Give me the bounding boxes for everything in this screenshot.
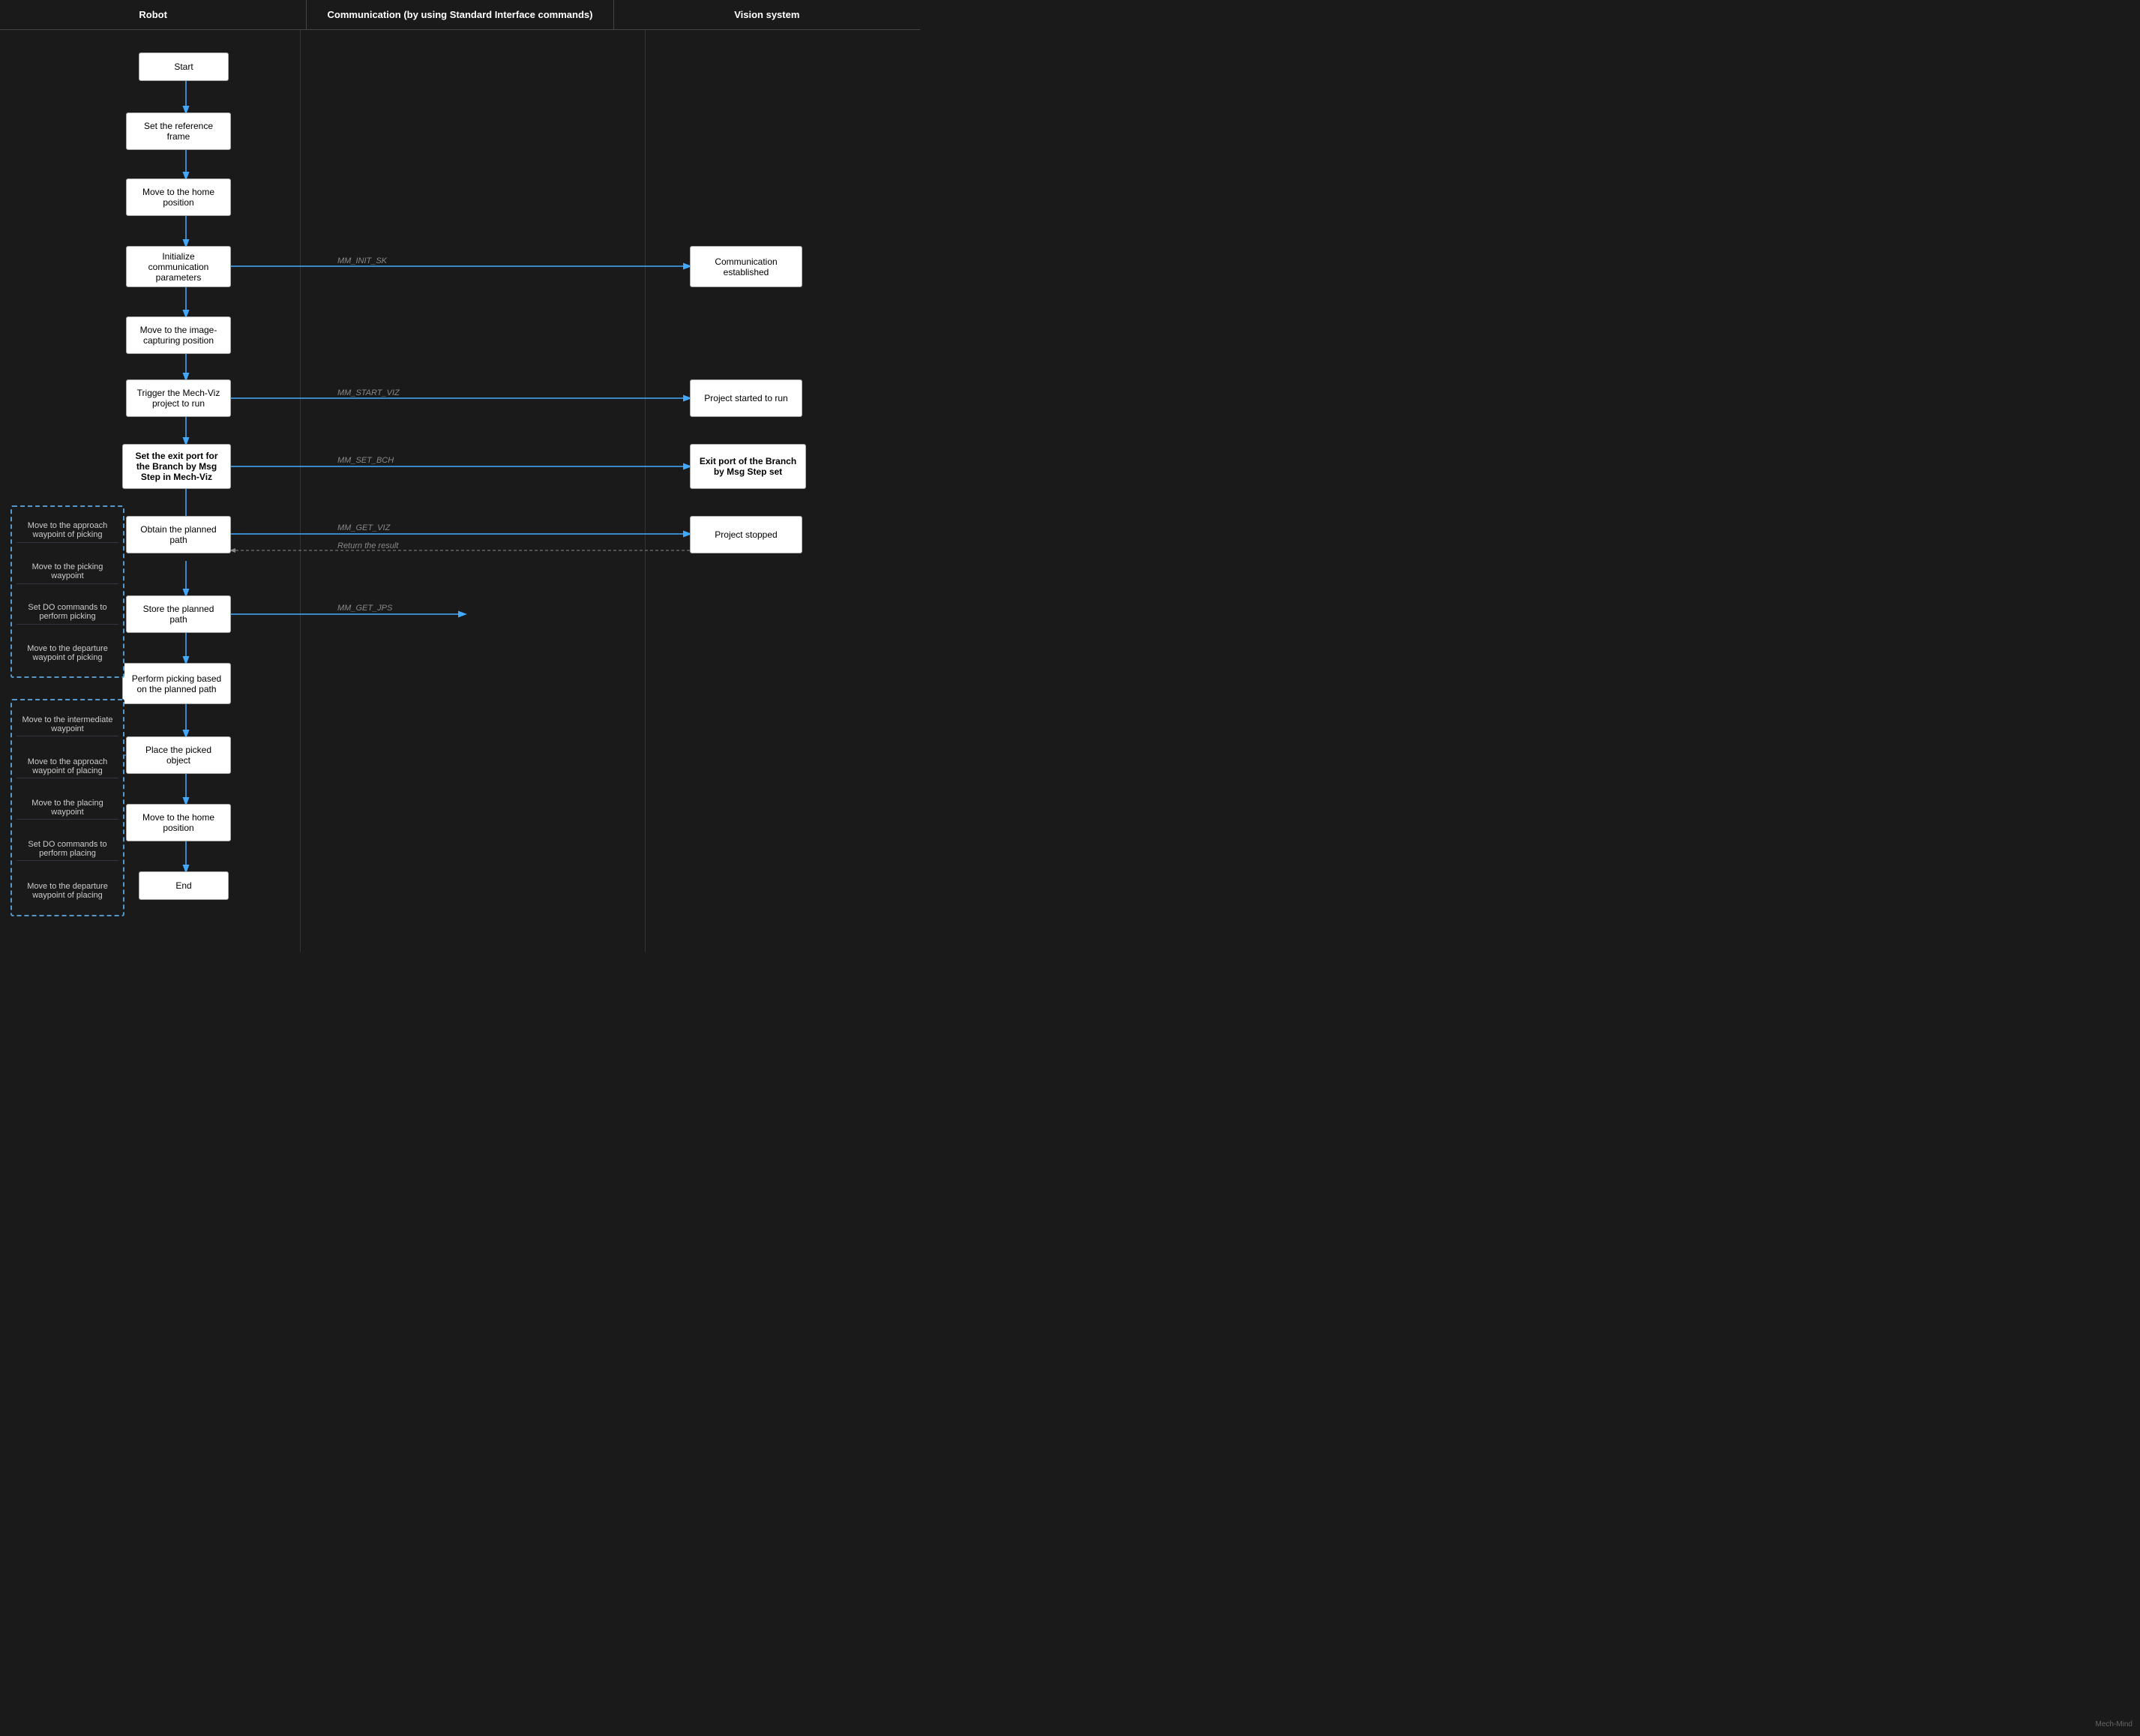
box-obtain-path: Obtain the planned path — [126, 516, 231, 553]
box-home2: Move to the home position — [126, 804, 231, 841]
label-mm-get-viz: MM_GET_VIZ — [337, 523, 390, 532]
label-mm-get-jps: MM_GET_JPS — [337, 604, 392, 613]
place-item-5: Move to the departure waypoint of placin… — [16, 882, 118, 900]
place-item-4: Set DO commands to perform placing — [16, 840, 118, 861]
label-mm-start: MM_START_VIZ — [337, 388, 400, 397]
box-init-comm: Initialize communication parameters — [126, 246, 231, 287]
box-start: Start — [139, 52, 229, 81]
label-mm-set-bch: MM_SET_BCH — [337, 456, 394, 465]
pick-item-1: Move to the approach waypoint of picking — [16, 521, 118, 543]
box-set-ref: Set the reference frame — [126, 112, 231, 150]
place-item-1: Move to the intermediate waypoint — [16, 715, 118, 736]
diagram-wrapper: Robot Communication (by using Standard I… — [0, 0, 920, 952]
box-image-pos: Move to the image-capturing position — [126, 316, 231, 354]
box-store-path: Store the planned path — [126, 595, 231, 633]
box-place-obj: Place the picked object — [126, 736, 231, 774]
box-exit-port-set: Exit port of the Branch by Msg Step set — [690, 444, 806, 489]
pick-item-3: Set DO commands to perform picking — [16, 603, 118, 625]
box-proj-start: Project started to run — [690, 379, 802, 417]
watermark: Mech-Mind — [2096, 1720, 2133, 1729]
box-set-exit: Set the exit port for the Branch by Msg … — [122, 444, 231, 489]
label-return-result: Return the result — [337, 541, 398, 550]
box-comm-est: Communication established — [690, 246, 802, 287]
box-home1: Move to the home position — [126, 178, 231, 216]
place-item-2: Move to the approach waypoint of placing — [16, 757, 118, 778]
place-item-3: Move to the placing waypoint — [16, 799, 118, 820]
pick-item-2: Move to the picking waypoint — [16, 562, 118, 584]
header-comm: Communication (by using Standard Interfa… — [307, 0, 613, 29]
pick-group: Move to the approach waypoint of picking… — [10, 505, 124, 678]
pick-item-4: Move to the departure waypoint of pickin… — [16, 644, 118, 662]
box-perform-pick: Perform picking based on the planned pat… — [122, 663, 231, 704]
header-vision: Vision system — [614, 0, 920, 29]
place-group: Move to the intermediate waypoint Move t… — [10, 699, 124, 916]
header: Robot Communication (by using Standard I… — [0, 0, 920, 30]
label-mm-init: MM_INIT_SK — [337, 256, 387, 265]
box-end: End — [139, 871, 229, 900]
header-robot: Robot — [0, 0, 307, 29]
box-proj-stop: Project stopped — [690, 516, 802, 553]
box-trigger: Trigger the Mech-Viz project to run — [126, 379, 231, 417]
